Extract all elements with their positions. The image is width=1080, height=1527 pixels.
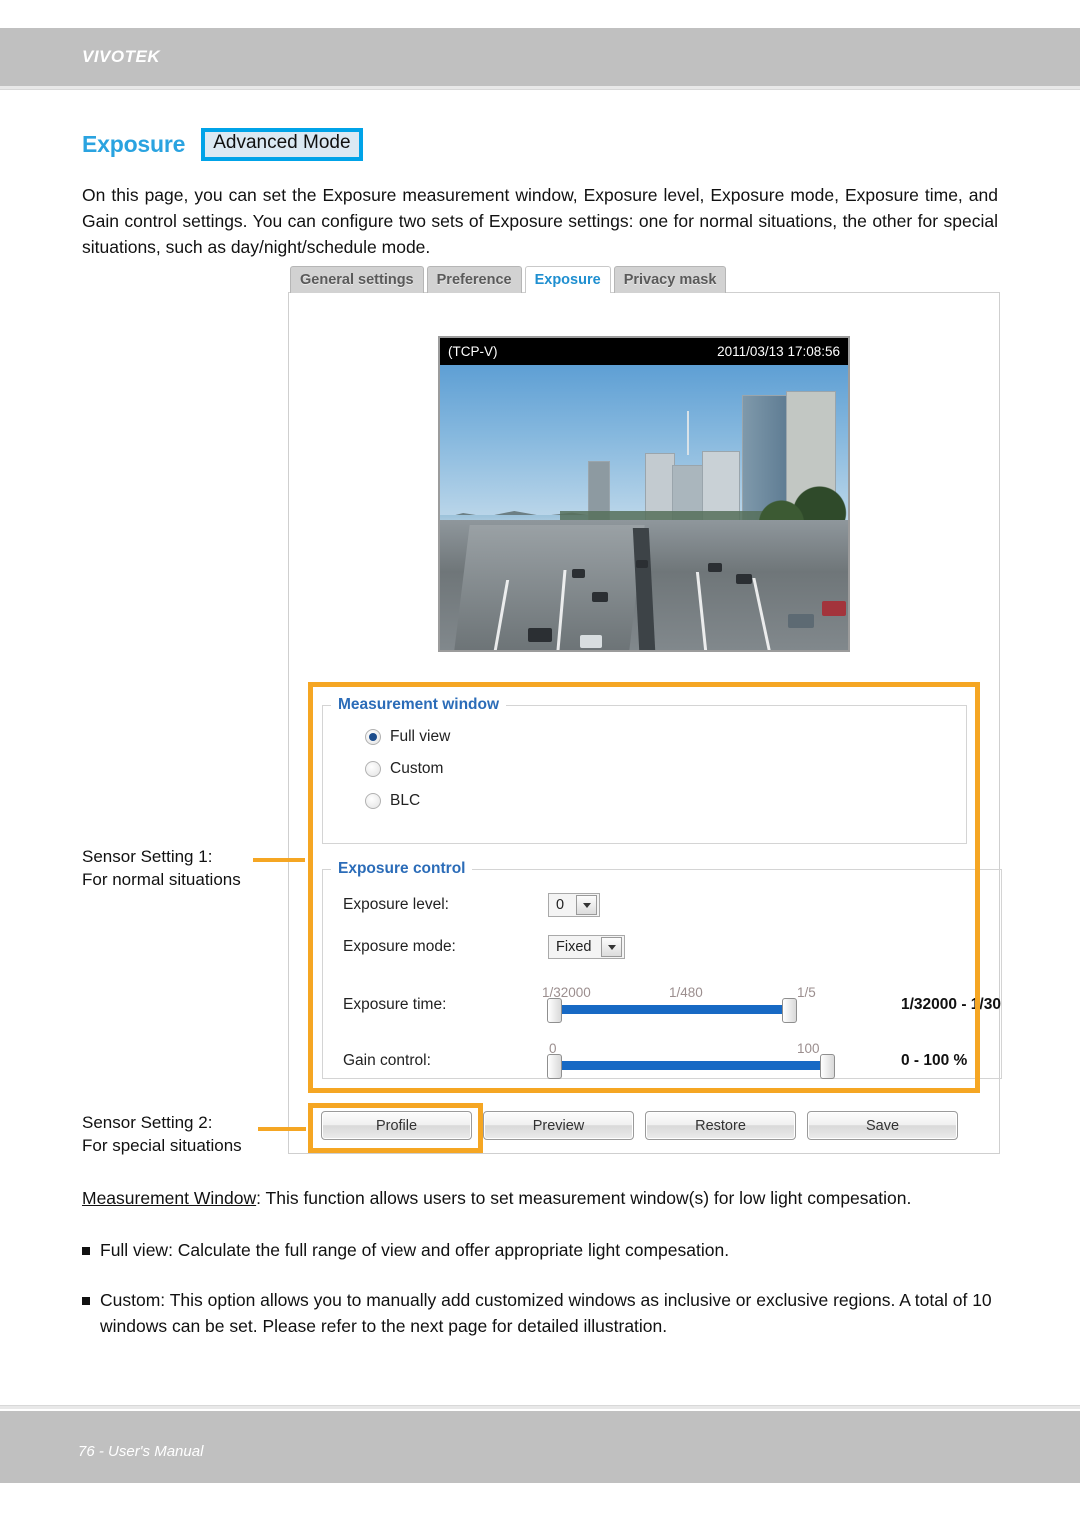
ui-screenshot: General settings Preference Exposure Pri… — [288, 266, 1002, 1156]
vehicle-2 — [580, 635, 602, 648]
gain-control-row: Gain control: 0 100 0 - 100 % — [343, 1041, 1001, 1079]
antenna-mast — [687, 411, 689, 455]
exposure-control-legend: Exposure control — [338, 860, 466, 877]
advanced-mode-badge: Advanced Mode — [201, 128, 363, 161]
radio-icon-custom[interactable] — [365, 761, 381, 777]
measurement-window-term: Measurement Window — [82, 1188, 257, 1208]
top-margin — [0, 0, 1080, 28]
radio-icon-full-view[interactable] — [365, 729, 381, 745]
measurement-window-legend: Measurement window — [338, 696, 500, 713]
profile-button[interactable]: Profile — [321, 1111, 472, 1140]
exposure-level-row: Exposure level: 0 — [343, 890, 1001, 920]
radio-option-full-view[interactable]: Full view — [365, 728, 966, 746]
vehicle-6 — [708, 563, 722, 572]
exposure-mode-row: Exposure mode: Fixed — [343, 932, 1001, 962]
video-frame-image — [440, 365, 848, 650]
exposure-mode-label: Exposure mode: — [343, 938, 456, 955]
title-row: Exposure Advanced Mode — [82, 128, 1080, 161]
vehicle-3 — [592, 592, 608, 602]
radio-option-custom[interactable]: Custom — [365, 760, 966, 778]
exposure-level-label: Exposure level: — [343, 896, 449, 913]
annotation-sensor-setting-2: Sensor Setting 2: For special situations — [82, 1111, 242, 1158]
tab-privacy-mask[interactable]: Privacy mask — [613, 266, 727, 293]
bullet-square-icon — [82, 1246, 90, 1255]
exposure-time-tick-mid: 1/480 — [669, 985, 703, 1000]
annotation-sensor-2-line-1: Sensor Setting 2: — [82, 1113, 213, 1132]
vivotek-logo: VIVOTEK — [82, 47, 161, 66]
video-preview[interactable]: (TCP-V) 2011/03/13 17:08:56 — [438, 336, 850, 652]
exposure-time-tick-max: 1/5 — [797, 985, 816, 1000]
gain-control-knob-low[interactable] — [547, 1054, 562, 1079]
page-title: Exposure — [82, 130, 186, 157]
measurement-window-fieldset: Measurement window Full view Custom BLC — [322, 696, 967, 844]
exposure-level-value: 0 — [556, 897, 565, 913]
bullet-full-view-text: Full view: Calculate the full range of v… — [100, 1239, 730, 1260]
vehicle-5 — [636, 560, 648, 568]
radio-label-blc: BLC — [390, 792, 421, 809]
chevron-down-icon[interactable] — [601, 937, 623, 957]
exposure-level-select[interactable]: 0 — [548, 893, 600, 917]
footer-divider — [0, 1405, 1080, 1409]
preview-button[interactable]: Preview — [483, 1111, 634, 1140]
measurement-window-desc-text: : This function allows users to set meas… — [256, 1188, 912, 1208]
save-button[interactable]: Save — [807, 1111, 958, 1140]
radio-label-custom: Custom — [390, 760, 444, 777]
video-osd-bar: (TCP-V) 2011/03/13 17:08:56 — [440, 338, 848, 365]
exposure-time-label: Exposure time: — [343, 996, 447, 1013]
exposure-control-fieldset: Exposure control Exposure level: 0 Expos… — [322, 860, 1002, 1079]
gain-control-tick-max: 100 — [797, 1041, 820, 1056]
gain-control-knob-high[interactable] — [820, 1054, 835, 1079]
tab-exposure[interactable]: Exposure — [524, 266, 611, 293]
intro-paragraph: On this page, you can set the Exposure m… — [82, 184, 998, 257]
exposure-time-fill — [548, 1005, 788, 1014]
vehicle-8 — [788, 614, 814, 628]
exposure-time-knob-high[interactable] — [782, 998, 797, 1023]
header-divider — [0, 86, 1080, 90]
gain-control-value: 0 - 100 % — [901, 1052, 968, 1069]
tab-preference[interactable]: Preference — [426, 266, 522, 293]
footer-page-label: 76 - User's Manual — [78, 1443, 204, 1460]
stream-protocol-label: (TCP-V) — [448, 344, 498, 359]
vehicle-4 — [572, 569, 585, 578]
annotation-leader-line-1 — [253, 858, 305, 862]
radio-icon-blc[interactable] — [365, 793, 381, 809]
tab-bar: General settings Preference Exposure Pri… — [288, 266, 1000, 293]
annotation-leader-line-2 — [258, 1127, 306, 1131]
vehicle-7 — [736, 574, 752, 584]
tab-general-settings[interactable]: General settings — [290, 266, 424, 293]
annotation-sensor-1-line-1: Sensor Setting 1: — [82, 847, 213, 866]
exposure-time-knob-low[interactable] — [547, 998, 562, 1023]
bullet-custom: Custom: This option allows you to manual… — [82, 1288, 998, 1340]
page-header: VIVOTEK — [0, 28, 1080, 86]
annotation-sensor-2-line-2: For special situations — [82, 1136, 242, 1156]
vehicle-9 — [822, 601, 846, 616]
exposure-time-ticks: 1/32000 1/480 1/5 — [542, 985, 873, 1001]
measurement-window-description: Measurement Window: This function allows… — [82, 1186, 998, 1212]
radio-option-blc[interactable]: BLC — [365, 792, 966, 810]
annotation-sensor-1-line-2: For normal situations — [82, 870, 241, 890]
bullet-full-view: Full view: Calculate the full range of v… — [82, 1238, 998, 1264]
chevron-down-icon[interactable] — [576, 895, 597, 915]
action-button-row: Profile Preview Restore Save — [321, 1111, 958, 1140]
vehicle-1 — [528, 628, 552, 642]
restore-button[interactable]: Restore — [645, 1111, 796, 1140]
exposure-time-value: 1/32000 - 1/30 — [901, 996, 1001, 1013]
gain-control-label: Gain control: — [343, 1052, 431, 1069]
bullet-square-icon — [82, 1296, 90, 1305]
exposure-mode-select[interactable]: Fixed — [548, 935, 626, 959]
exposure-time-row: Exposure time: 1/32000 1/480 1/5 1/32000… — [343, 985, 1001, 1023]
video-timestamp: 2011/03/13 17:08:56 — [717, 344, 840, 359]
annotation-sensor-setting-1: Sensor Setting 1: For normal situations — [82, 845, 241, 892]
gain-control-fill — [548, 1061, 826, 1070]
radio-label-full-view: Full view — [390, 728, 451, 745]
bullet-custom-text: Custom: This option allows you to manual… — [100, 1289, 992, 1336]
exposure-mode-value: Fixed — [556, 939, 592, 955]
settings-panel: (TCP-V) 2011/03/13 17:08:56 Measurement … — [288, 292, 1002, 1154]
